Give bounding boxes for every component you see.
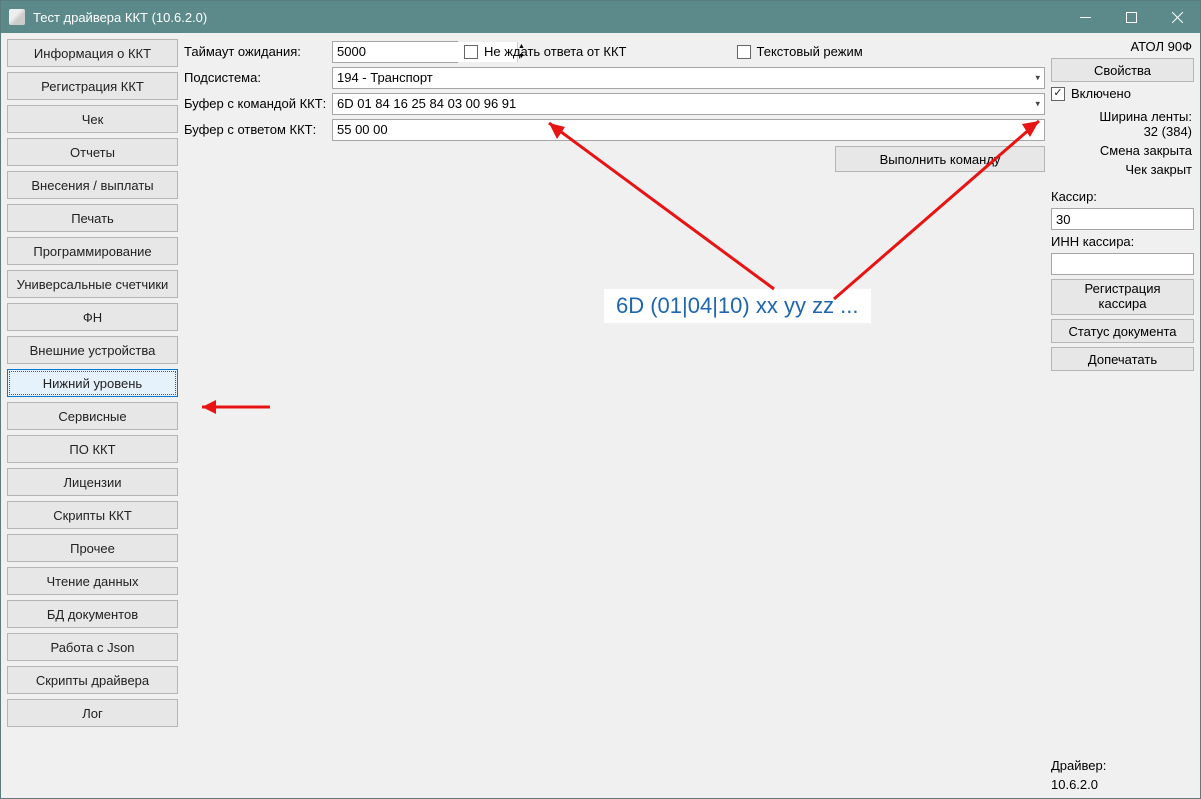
textmode-label: Текстовый режим <box>757 44 863 59</box>
sidebar-item-print[interactable]: Печать <box>7 204 178 232</box>
driver-version: 10.6.2.0 <box>1051 777 1194 792</box>
maximize-button[interactable] <box>1108 1 1154 33</box>
shift-status: Смена закрыта <box>1051 143 1194 158</box>
sidebar-item-json[interactable]: Работа с Json <box>7 633 178 661</box>
sidebar-item-log[interactable]: Лог <box>7 699 178 727</box>
sidebar-item-payments[interactable]: Внесения / выплаты <box>7 171 178 199</box>
doc-status-button[interactable]: Статус документа <box>1051 319 1194 343</box>
check-status: Чек закрыт <box>1051 162 1194 177</box>
main-panel: Таймаут ожидания: ▲ ▼ Не ждать ответа от… <box>184 39 1045 792</box>
tape-width-value: 32 (384) <box>1051 124 1194 139</box>
sidebar-item-devices[interactable]: Внешние устройства <box>7 336 178 364</box>
subsystem-label: Подсистема: <box>184 70 332 85</box>
sidebar-item-lowlevel[interactable]: Нижний уровень <box>7 369 178 397</box>
sidebar-item-other[interactable]: Прочее <box>7 534 178 562</box>
enabled-checkbox-wrap[interactable]: Включено <box>1051 86 1194 101</box>
annotation-text: 6D (01|04|10) xx yy zz ... <box>604 289 871 323</box>
cashier-inn-label: ИНН кассира: <box>1051 234 1194 249</box>
minimize-button[interactable] <box>1062 1 1108 33</box>
register-cashier-button[interactable]: Регистрация кассира <box>1051 279 1194 315</box>
sidebar: Информация о ККТ Регистрация ККТ Чек Отч… <box>7 39 178 792</box>
app-icon <box>9 9 25 25</box>
cmd-buffer-label: Буфер с командой ККТ: <box>184 96 332 111</box>
sidebar-item-scripts-driver[interactable]: Скрипты драйвера <box>7 666 178 694</box>
cmd-buffer-value: 6D 01 84 16 25 84 03 00 96 91 <box>337 96 516 111</box>
cashier-label: Кассир: <box>1051 189 1194 204</box>
sidebar-item-reports[interactable]: Отчеты <box>7 138 178 166</box>
sidebar-item-db-docs[interactable]: БД документов <box>7 600 178 628</box>
sidebar-item-counters[interactable]: Универсальные счетчики <box>7 270 178 298</box>
sidebar-item-check[interactable]: Чек <box>7 105 178 133</box>
properties-button[interactable]: Свойства <box>1051 58 1194 82</box>
window-title: Тест драйвера ККТ (10.6.2.0) <box>33 10 207 25</box>
textmode-checkbox[interactable] <box>737 45 751 59</box>
right-panel: АТОЛ 90Ф Свойства Включено Ширина ленты:… <box>1051 39 1194 792</box>
reprint-button[interactable]: Допечатать <box>1051 347 1194 371</box>
timeout-label: Таймаут ожидания: <box>184 44 332 59</box>
sidebar-item-programming[interactable]: Программирование <box>7 237 178 265</box>
sidebar-item-service[interactable]: Сервисные <box>7 402 178 430</box>
textmode-checkbox-wrap[interactable]: Текстовый режим <box>737 44 863 59</box>
nowait-label: Не ждать ответа от ККТ <box>484 44 627 59</box>
cashier-input[interactable]: 30 <box>1051 208 1194 230</box>
cmd-buffer-input[interactable]: 6D 01 84 16 25 84 03 00 96 91 ▾ <box>332 93 1045 115</box>
chevron-down-icon: ▾ <box>1035 98 1040 109</box>
enabled-label: Включено <box>1071 86 1131 101</box>
resp-buffer-label: Буфер с ответом ККТ: <box>184 122 332 137</box>
nowait-checkbox-wrap[interactable]: Не ждать ответа от ККТ <box>464 44 627 59</box>
sidebar-item-licenses[interactable]: Лицензии <box>7 468 178 496</box>
chevron-down-icon: ▾ <box>1035 72 1040 83</box>
execute-command-button[interactable]: Выполнить команду <box>835 146 1045 172</box>
device-model: АТОЛ 90Ф <box>1051 39 1194 54</box>
sidebar-item-read-data[interactable]: Чтение данных <box>7 567 178 595</box>
timeout-spinbox[interactable]: ▲ ▼ <box>332 41 458 63</box>
sidebar-item-info[interactable]: Информация о ККТ <box>7 39 178 67</box>
enabled-checkbox[interactable] <box>1051 87 1065 101</box>
window-controls <box>1062 1 1200 33</box>
tape-width-label: Ширина ленты: <box>1051 109 1194 124</box>
subsystem-value: 194 - Транспорт <box>337 70 433 85</box>
cashier-inn-input[interactable] <box>1051 253 1194 275</box>
resp-buffer-value: 55 00 00 <box>337 122 388 137</box>
sidebar-item-scripts-kkt[interactable]: Скрипты ККТ <box>7 501 178 529</box>
close-button[interactable] <box>1154 1 1200 33</box>
sidebar-item-registration[interactable]: Регистрация ККТ <box>7 72 178 100</box>
nowait-checkbox[interactable] <box>464 45 478 59</box>
sidebar-item-fn[interactable]: ФН <box>7 303 178 331</box>
resp-buffer-input[interactable]: 55 00 00 <box>332 119 1045 141</box>
sidebar-item-firmware[interactable]: ПО ККТ <box>7 435 178 463</box>
subsystem-select[interactable]: 194 - Транспорт ▾ <box>332 67 1045 89</box>
titlebar: Тест драйвера ККТ (10.6.2.0) <box>1 1 1200 33</box>
driver-label: Драйвер: <box>1051 758 1194 773</box>
